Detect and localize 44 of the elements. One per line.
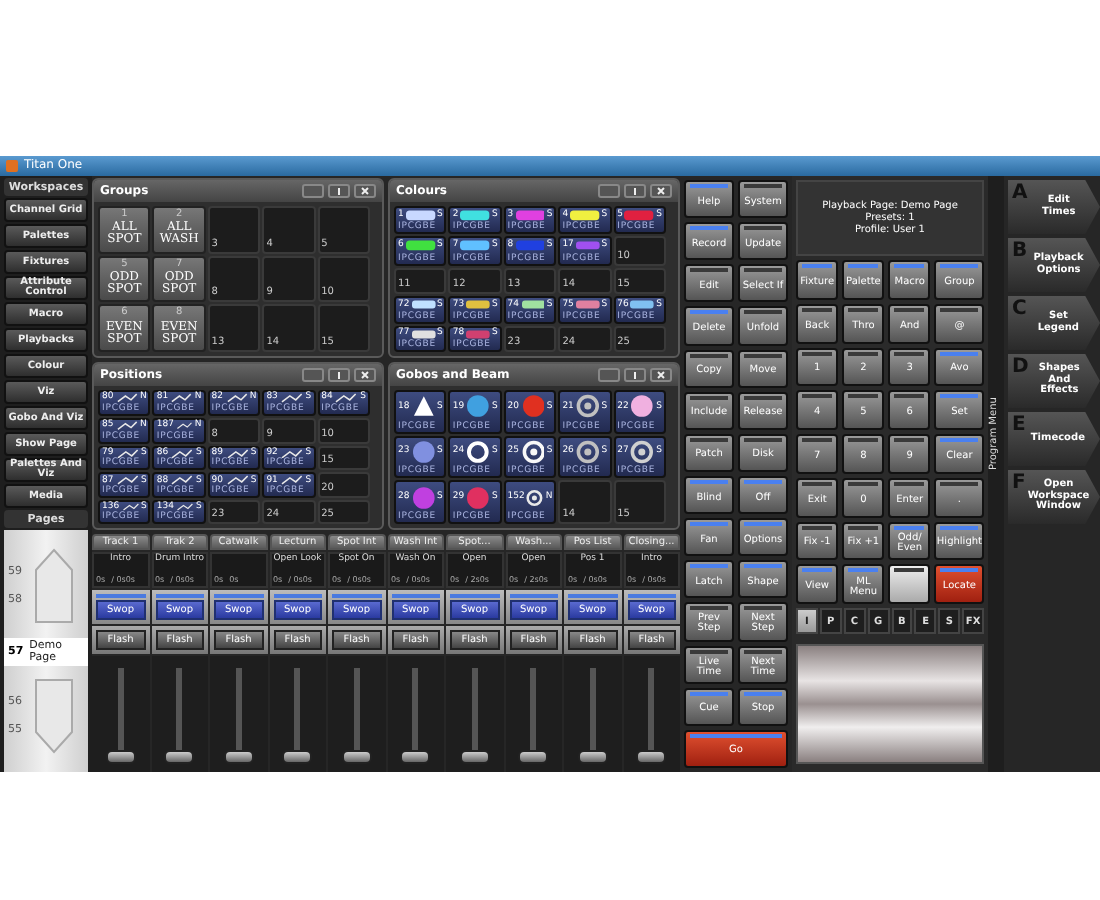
fader-thumb[interactable] bbox=[636, 750, 667, 764]
scribble-icon bbox=[170, 392, 193, 404]
scribble-icon bbox=[279, 392, 304, 404]
wheel-panel[interactable] bbox=[796, 644, 984, 764]
scribble-icon bbox=[279, 474, 304, 487]
scribble-icon bbox=[279, 447, 304, 459]
fader-thumb[interactable] bbox=[164, 750, 195, 764]
blank-key[interactable] bbox=[888, 564, 931, 604]
fader-thumb[interactable] bbox=[282, 750, 313, 764]
fader-thumb[interactable] bbox=[459, 750, 490, 764]
softkey-letter: A bbox=[1012, 184, 1028, 204]
scribble-icon bbox=[225, 447, 249, 459]
fader-thumb[interactable] bbox=[341, 750, 372, 764]
info-icon[interactable] bbox=[624, 368, 646, 382]
scribble-icon bbox=[225, 474, 249, 487]
scribble-icon bbox=[225, 392, 248, 404]
fader-thumb[interactable] bbox=[223, 750, 254, 764]
fader-thumb[interactable] bbox=[518, 750, 549, 764]
scribble-icon bbox=[334, 392, 359, 404]
info-icon[interactable] bbox=[328, 184, 350, 198]
fader-thumb[interactable] bbox=[105, 750, 136, 764]
scribble-icon bbox=[175, 502, 194, 513]
info-icon[interactable] bbox=[624, 184, 646, 198]
softkey-letter: B bbox=[1012, 242, 1028, 262]
close-icon[interactable] bbox=[354, 368, 376, 382]
scribble-icon bbox=[115, 419, 139, 432]
softkey-letter: F bbox=[1012, 474, 1026, 494]
scribble-icon bbox=[175, 419, 193, 432]
softkey-letter: E bbox=[1012, 416, 1026, 436]
softkey-letter: D bbox=[1012, 358, 1029, 378]
scribble-icon bbox=[115, 474, 140, 487]
close-icon[interactable] bbox=[650, 184, 672, 198]
app-icon bbox=[6, 160, 18, 172]
info-icon[interactable] bbox=[328, 368, 350, 382]
fader-thumb[interactable] bbox=[577, 750, 608, 764]
fader-thumb[interactable] bbox=[400, 750, 431, 764]
scribble-icon bbox=[170, 447, 194, 459]
softkey-letter: C bbox=[1012, 300, 1027, 320]
close-icon[interactable] bbox=[354, 184, 376, 198]
scribble-icon bbox=[121, 502, 140, 513]
scribble-icon bbox=[170, 474, 194, 487]
scribble-icon bbox=[115, 447, 140, 459]
close-icon[interactable] bbox=[650, 368, 672, 382]
scribble-icon bbox=[115, 392, 139, 404]
